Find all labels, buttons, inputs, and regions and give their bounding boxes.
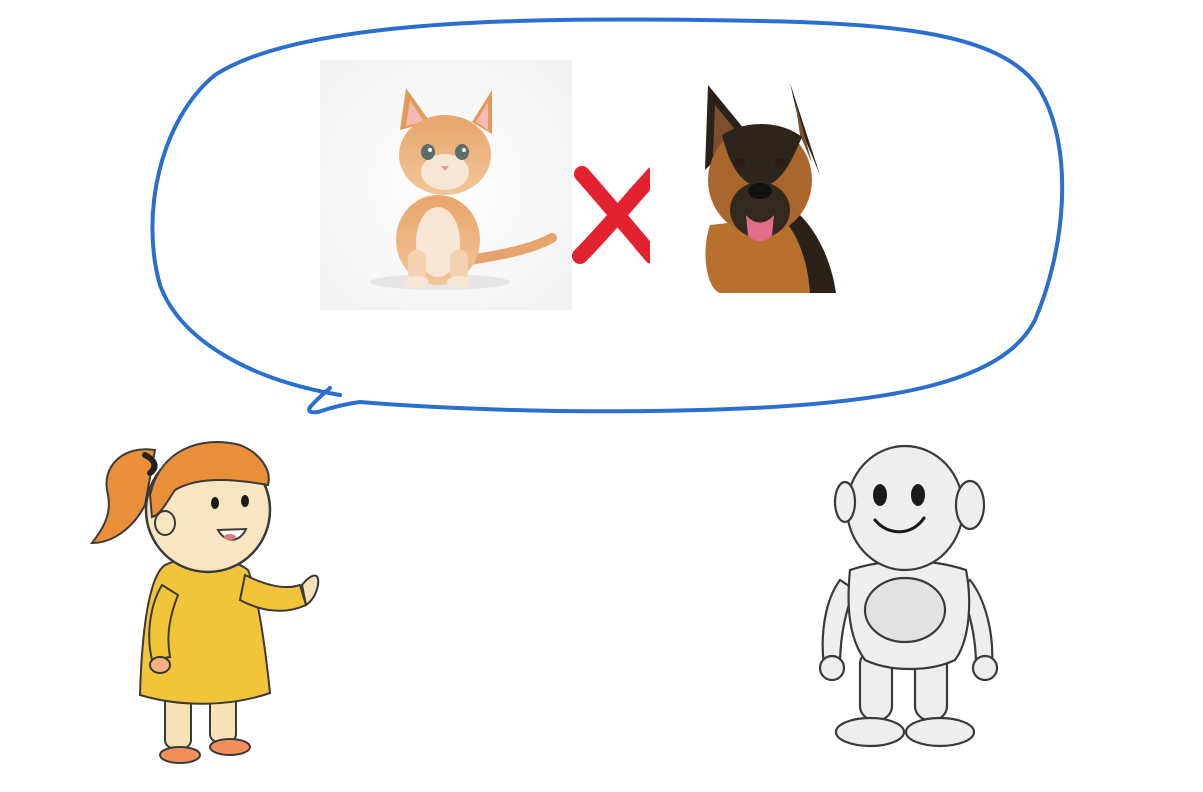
german-shepherd-photo	[650, 75, 862, 295]
illustration-canvas	[0, 0, 1203, 792]
kitten-photo	[320, 60, 572, 310]
robot-drawing	[818, 444, 999, 748]
girl-drawing	[89, 441, 320, 764]
